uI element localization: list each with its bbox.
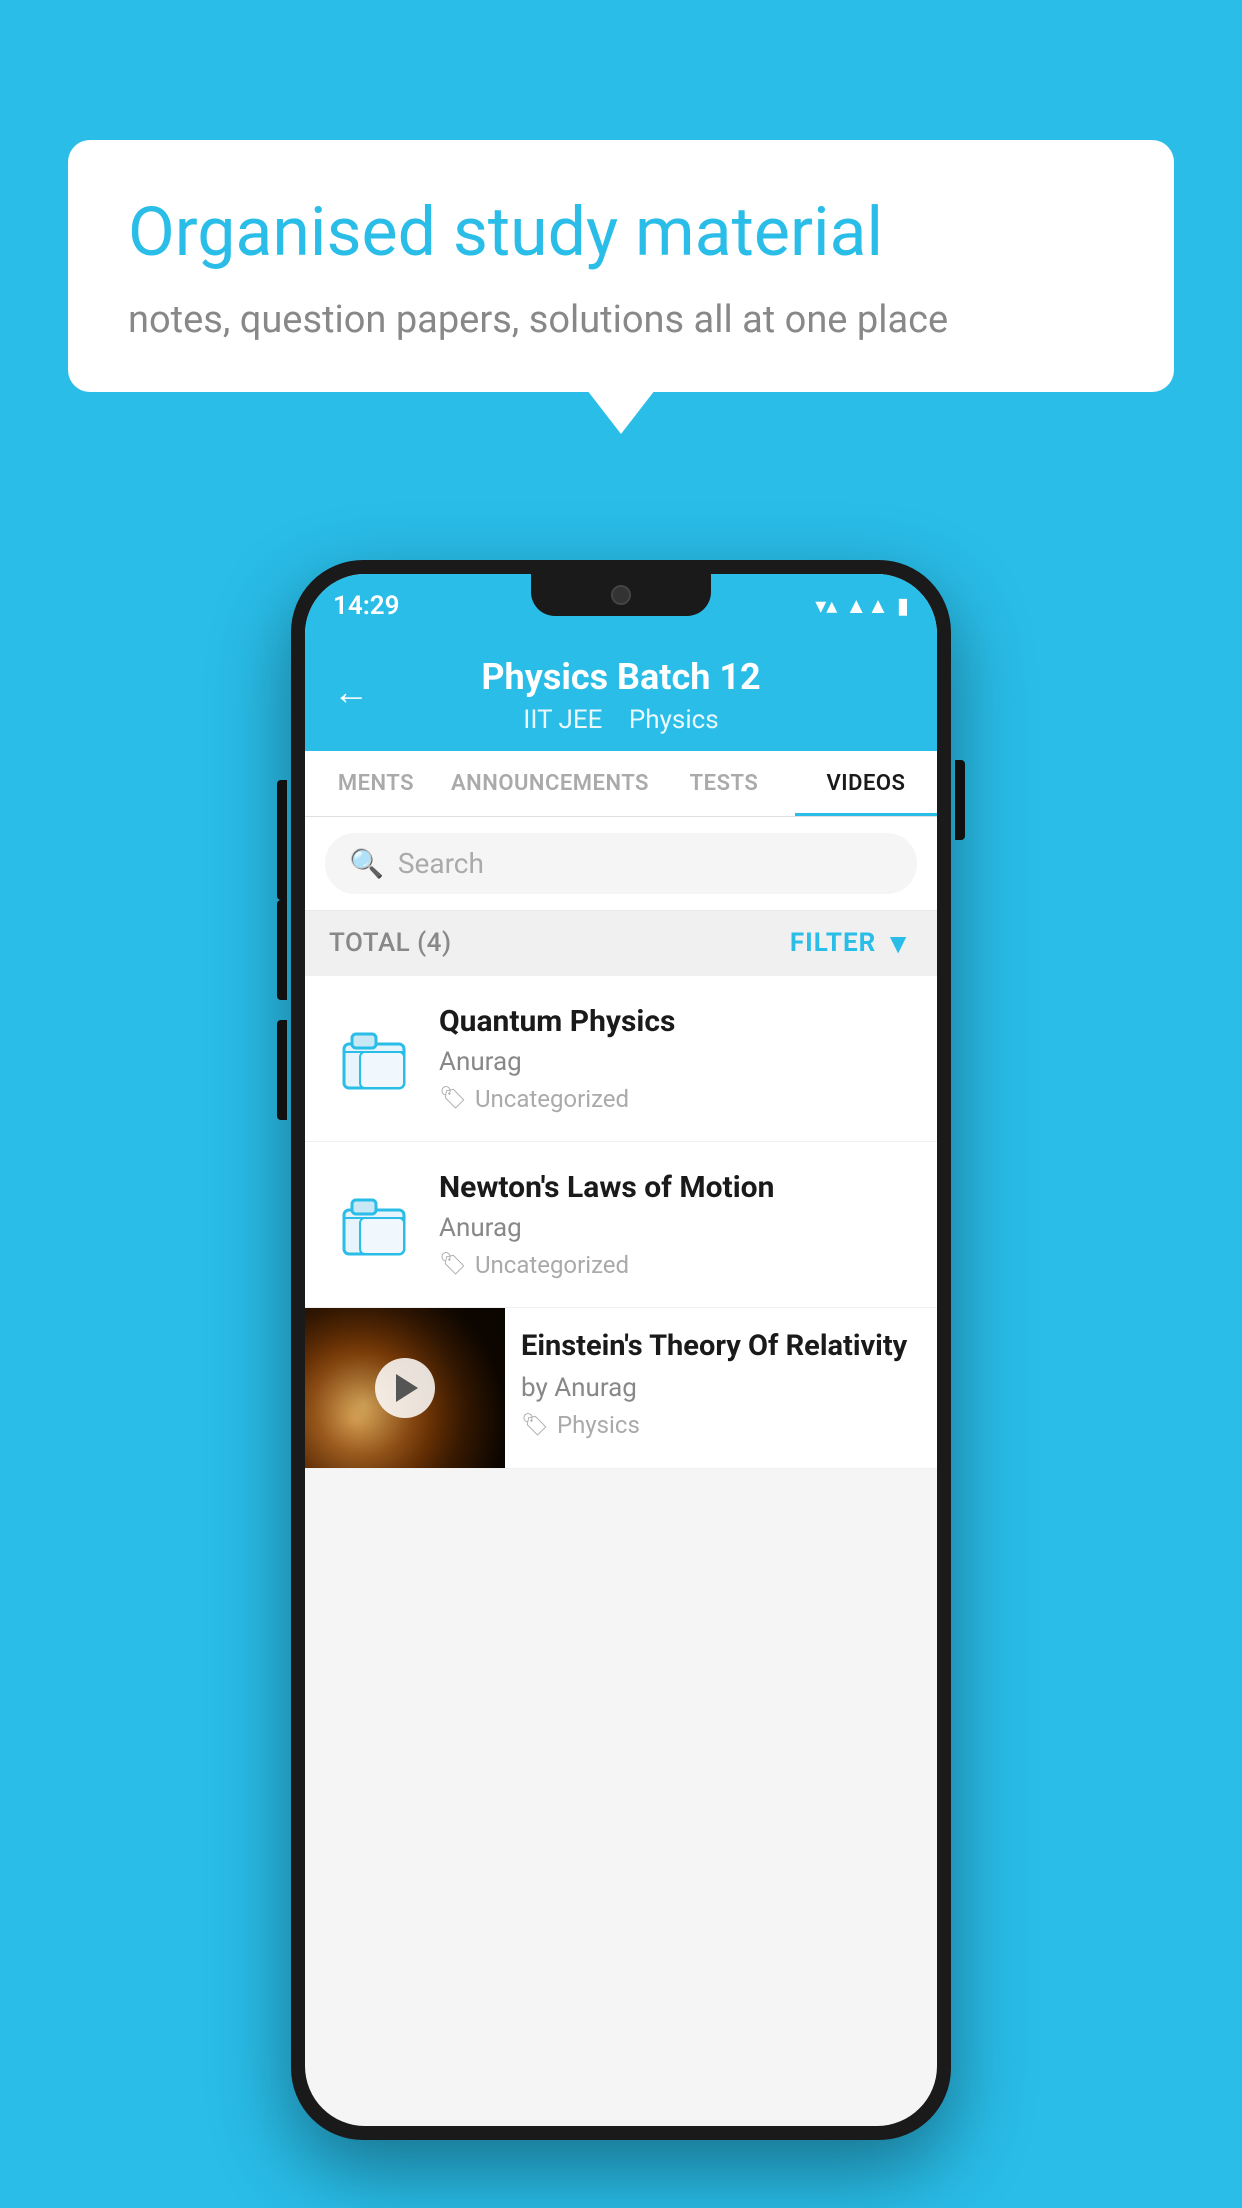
video-author: Anurag — [439, 1047, 913, 1077]
signal-icon: ▲▲ — [845, 593, 889, 619]
video-info: Einstein's Theory Of Relativity by Anura… — [505, 1308, 937, 1460]
video-title: Quantum Physics — [439, 1004, 913, 1039]
phone-screen: 14:29 ▾▴ ▲▲ ▮ ← Physics Batch 12 IIT JEE… — [305, 574, 937, 2126]
filter-button[interactable]: FILTER ▼ — [790, 927, 913, 960]
volume-down-button — [277, 1020, 287, 1120]
list-item[interactable]: Einstein's Theory Of Relativity by Anura… — [305, 1308, 937, 1469]
speech-bubble-section: Organised study material notes, question… — [68, 140, 1174, 392]
speech-bubble: Organised study material notes, question… — [68, 140, 1174, 392]
header-subtitle: IIT JEE Physics — [333, 705, 909, 735]
filter-label: FILTER — [790, 928, 876, 958]
total-count: TOTAL (4) — [329, 928, 452, 958]
subject-tag-iitjee: IIT JEE — [523, 705, 602, 735]
folder-icon-container — [329, 1179, 419, 1269]
wifi-icon: ▾▴ — [815, 594, 837, 619]
folder-icon-container — [329, 1013, 419, 1103]
tab-ments[interactable]: MENTS — [305, 751, 447, 816]
status-icons: ▾▴ ▲▲ ▮ — [815, 593, 909, 619]
tag-label: Physics — [557, 1411, 640, 1439]
filter-icon: ▼ — [884, 927, 913, 960]
tag-label: Uncategorized — [475, 1085, 629, 1113]
search-container: 🔍 Search — [305, 817, 937, 911]
app-header: ← Physics Batch 12 IIT JEE Physics — [305, 634, 937, 751]
tab-tests[interactable]: TESTS — [653, 751, 795, 816]
back-button[interactable]: ← — [333, 674, 369, 710]
bubble-subtitle: notes, question papers, solutions all at… — [128, 298, 1114, 342]
tab-bar: MENTS ANNOUNCEMENTS TESTS VIDEOS — [305, 751, 937, 817]
tag-label: Uncategorized — [475, 1251, 629, 1279]
tag-icon: 🏷 — [439, 1252, 467, 1277]
filter-bar: TOTAL (4) FILTER ▼ — [305, 911, 937, 976]
folder-icon — [338, 1188, 410, 1260]
video-author: by Anurag — [521, 1373, 921, 1403]
video-tag: 🏷 Uncategorized — [439, 1251, 913, 1279]
folder-icon — [338, 1022, 410, 1094]
notch — [531, 574, 711, 616]
camera — [611, 585, 631, 605]
play-button[interactable] — [375, 1358, 435, 1418]
search-placeholder: Search — [398, 847, 484, 880]
tab-videos[interactable]: VIDEOS — [795, 751, 937, 816]
video-author: Anurag — [439, 1213, 913, 1243]
video-tag: 🏷 Physics — [521, 1411, 921, 1439]
list-item[interactable]: Newton's Laws of Motion Anurag 🏷 Uncateg… — [305, 1142, 937, 1308]
search-icon: 🔍 — [349, 847, 384, 880]
video-title: Einstein's Theory Of Relativity — [521, 1328, 921, 1366]
video-thumbnail — [305, 1308, 505, 1468]
status-time: 14:29 — [333, 591, 400, 621]
tag-icon: 🏷 — [439, 1086, 467, 1111]
video-list: Quantum Physics Anurag 🏷 Uncategorized — [305, 976, 937, 1469]
video-tag: 🏷 Uncategorized — [439, 1085, 913, 1113]
video-info: Quantum Physics Anurag 🏷 Uncategorized — [439, 1004, 913, 1113]
bubble-title: Organised study material — [128, 192, 1114, 274]
tag-icon: 🏷 — [521, 1413, 549, 1438]
video-title: Newton's Laws of Motion — [439, 1170, 913, 1205]
volume-up-button — [277, 900, 287, 1000]
battery-icon: ▮ — [897, 594, 909, 619]
subject-tag-physics: Physics — [629, 705, 719, 735]
list-item[interactable]: Quantum Physics Anurag 🏷 Uncategorized — [305, 976, 937, 1142]
phone-mockup: 14:29 ▾▴ ▲▲ ▮ ← Physics Batch 12 IIT JEE… — [291, 560, 951, 2140]
phone-outer: 14:29 ▾▴ ▲▲ ▮ ← Physics Batch 12 IIT JEE… — [291, 560, 951, 2140]
tab-announcements[interactable]: ANNOUNCEMENTS — [447, 751, 653, 816]
search-box[interactable]: 🔍 Search — [325, 833, 917, 894]
video-info: Newton's Laws of Motion Anurag 🏷 Uncateg… — [439, 1170, 913, 1279]
play-triangle-icon — [396, 1374, 418, 1402]
batch-title: Physics Batch 12 — [333, 654, 909, 701]
